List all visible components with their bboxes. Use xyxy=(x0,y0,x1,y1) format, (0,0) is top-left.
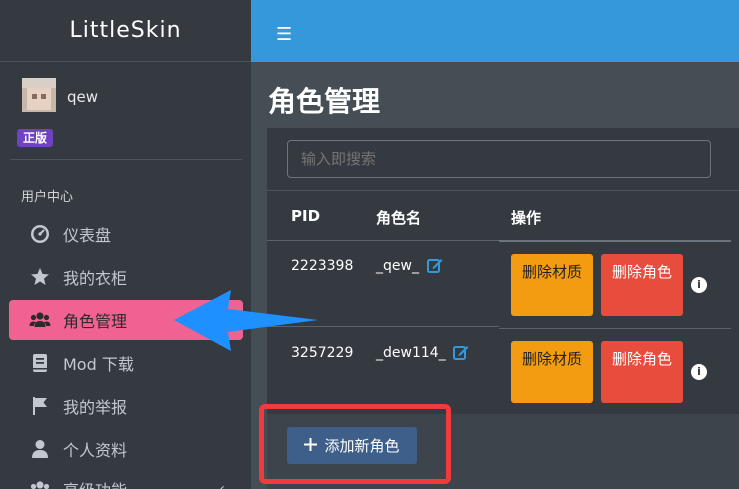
annotation-highlight-box xyxy=(259,404,451,484)
